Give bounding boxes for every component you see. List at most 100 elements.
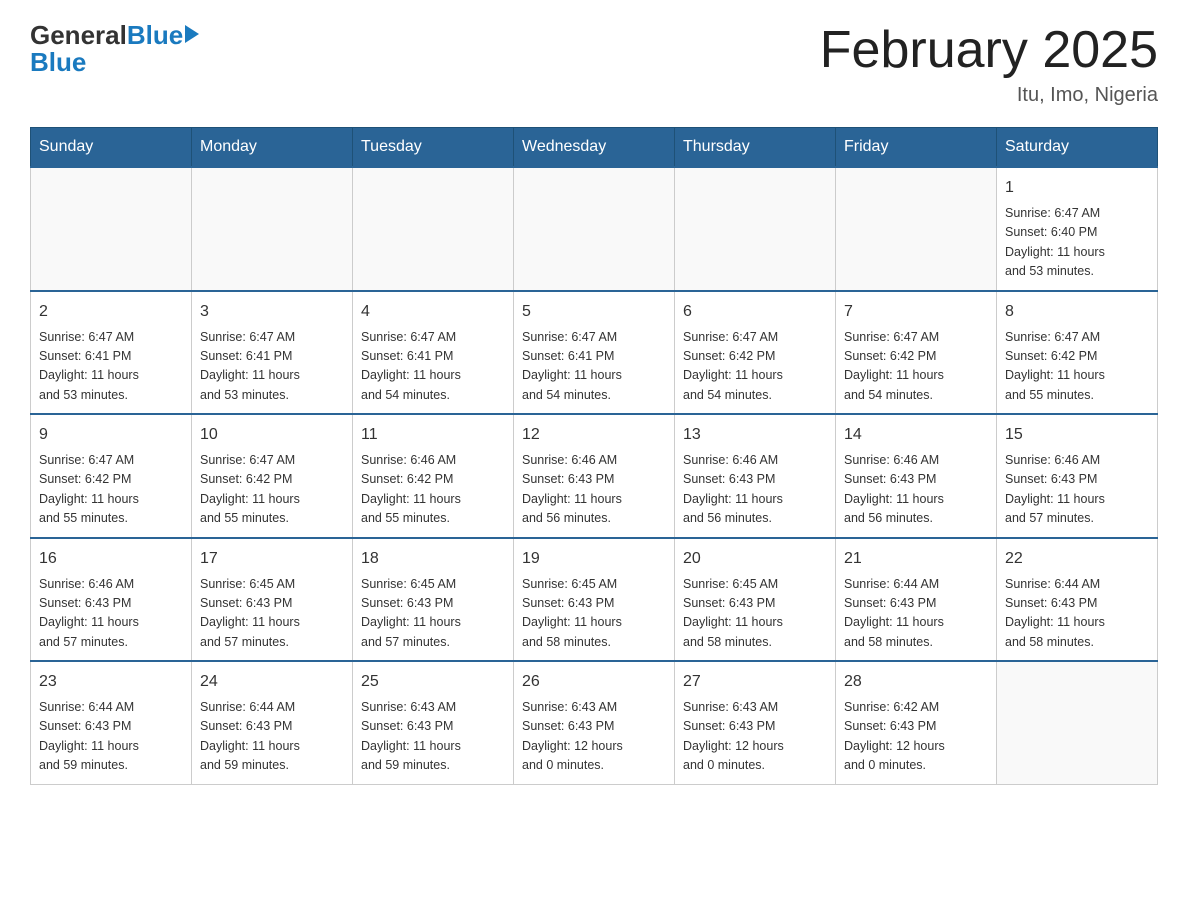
day-number: 23 — [39, 670, 183, 694]
day-number: 20 — [683, 547, 827, 571]
day-number: 6 — [683, 300, 827, 324]
calendar-cell: 17 Sunrise: 6:45 AM Sunset: 6:43 PM Dayli… — [192, 538, 353, 662]
calendar-cell: 1Sunrise: 6:47 AM Sunset: 6:40 PM Daylig… — [997, 167, 1158, 291]
day-info: Sunrise: 6:45 AM Sunset: 6:43 PM Dayligh… — [361, 575, 505, 653]
calendar-cell: 21 Sunrise: 6:44 AM Sunset: 6:43 PM Dayli… — [836, 538, 997, 662]
calendar-cell: 23 Sunrise: 6:44 AM Sunset: 6:43 PM Dayli… — [31, 661, 192, 784]
day-number: 16 — [39, 547, 183, 571]
day-info: Sunrise: 6:47 AM Sunset: 6:41 PM Dayligh… — [361, 328, 505, 406]
calendar-cell: 28Sunrise: 6:42 AM Sunset: 6:43 PM Dayli… — [836, 661, 997, 784]
week-row: 1Sunrise: 6:47 AM Sunset: 6:40 PM Daylig… — [31, 167, 1158, 291]
day-number: 11 — [361, 423, 505, 447]
day-number: 18 — [361, 547, 505, 571]
day-number: 21 — [844, 547, 988, 571]
day-info: Sunrise: 6:44 AM Sunset: 6:43 PM Dayligh… — [39, 698, 183, 776]
week-row: 23 Sunrise: 6:44 AM Sunset: 6:43 PM Dayli… — [31, 661, 1158, 784]
day-number: 5 — [522, 300, 666, 324]
calendar-cell — [192, 167, 353, 291]
day-number: 22 — [1005, 547, 1149, 571]
day-info: Sunrise: 6:46 AM Sunset: 6:43 PM Dayligh… — [39, 575, 183, 653]
calendar-cell: 4Sunrise: 6:47 AM Sunset: 6:41 PM Daylig… — [353, 291, 514, 415]
calendar-cell: 6 Sunrise: 6:47 AM Sunset: 6:42 PM Daylig… — [675, 291, 836, 415]
title-area: February 2025 Itu, Imo, Nigeria — [820, 20, 1158, 107]
calendar-cell: 16 Sunrise: 6:46 AM Sunset: 6:43 PM Dayli… — [31, 538, 192, 662]
day-number: 12 — [522, 423, 666, 447]
day-info: Sunrise: 6:46 AM Sunset: 6:43 PM Dayligh… — [522, 451, 666, 529]
day-info: Sunrise: 6:47 AM Sunset: 6:41 PM Dayligh… — [522, 328, 666, 406]
calendar-cell — [675, 167, 836, 291]
day-number: 19 — [522, 547, 666, 571]
calendar-cell: 19Sunrise: 6:45 AM Sunset: 6:43 PM Dayli… — [514, 538, 675, 662]
day-number: 7 — [844, 300, 988, 324]
calendar-cell — [514, 167, 675, 291]
day-info: Sunrise: 6:46 AM Sunset: 6:42 PM Dayligh… — [361, 451, 505, 529]
day-info: Sunrise: 6:47 AM Sunset: 6:42 PM Dayligh… — [1005, 328, 1149, 406]
day-number: 8 — [1005, 300, 1149, 324]
week-row: 2 Sunrise: 6:47 AM Sunset: 6:41 PM Daylig… — [31, 291, 1158, 415]
header: General Blue Blue February 2025 Itu, Imo… — [30, 20, 1158, 107]
day-info: Sunrise: 6:47 AM Sunset: 6:42 PM Dayligh… — [844, 328, 988, 406]
day-info: Sunrise: 6:46 AM Sunset: 6:43 PM Dayligh… — [844, 451, 988, 529]
day-info: Sunrise: 6:46 AM Sunset: 6:43 PM Dayligh… — [1005, 451, 1149, 529]
day-info: Sunrise: 6:44 AM Sunset: 6:43 PM Dayligh… — [1005, 575, 1149, 653]
day-number: 9 — [39, 423, 183, 447]
calendar-cell: 27 Sunrise: 6:43 AM Sunset: 6:43 PM Dayli… — [675, 661, 836, 784]
calendar-cell: 13Sunrise: 6:46 AM Sunset: 6:43 PM Dayli… — [675, 414, 836, 538]
calendar-cell: 2 Sunrise: 6:47 AM Sunset: 6:41 PM Daylig… — [31, 291, 192, 415]
day-number: 27 — [683, 670, 827, 694]
calendar-table: SundayMondayTuesdayWednesdayThursdayFrid… — [30, 127, 1158, 785]
week-row: 9 Sunrise: 6:47 AM Sunset: 6:42 PM Daylig… — [31, 414, 1158, 538]
calendar-cell: 8 Sunrise: 6:47 AM Sunset: 6:42 PM Daylig… — [997, 291, 1158, 415]
calendar-cell: 26 Sunrise: 6:43 AM Sunset: 6:43 PM Dayli… — [514, 661, 675, 784]
calendar-cell: 14 Sunrise: 6:46 AM Sunset: 6:43 PM Dayli… — [836, 414, 997, 538]
calendar-cell: 20 Sunrise: 6:45 AM Sunset: 6:43 PM Dayli… — [675, 538, 836, 662]
day-of-week-header: Tuesday — [353, 128, 514, 168]
day-info: Sunrise: 6:43 AM Sunset: 6:43 PM Dayligh… — [361, 698, 505, 776]
day-info: Sunrise: 6:42 AM Sunset: 6:43 PM Dayligh… — [844, 698, 988, 776]
calendar-cell: 15 Sunrise: 6:46 AM Sunset: 6:43 PM Dayli… — [997, 414, 1158, 538]
day-number: 26 — [522, 670, 666, 694]
week-row: 16 Sunrise: 6:46 AM Sunset: 6:43 PM Dayli… — [31, 538, 1158, 662]
calendar-cell — [353, 167, 514, 291]
day-info: Sunrise: 6:47 AM Sunset: 6:41 PM Dayligh… — [39, 328, 183, 406]
calendar-cell: 9 Sunrise: 6:47 AM Sunset: 6:42 PM Daylig… — [31, 414, 192, 538]
calendar-cell: 24 Sunrise: 6:44 AM Sunset: 6:43 PM Dayli… — [192, 661, 353, 784]
calendar-cell — [836, 167, 997, 291]
calendar-cell: 3 Sunrise: 6:47 AM Sunset: 6:41 PM Daylig… — [192, 291, 353, 415]
day-info: Sunrise: 6:45 AM Sunset: 6:43 PM Dayligh… — [200, 575, 344, 653]
calendar-title: February 2025 — [820, 20, 1158, 80]
day-of-week-header: Sunday — [31, 128, 192, 168]
calendar-cell — [997, 661, 1158, 784]
day-info: Sunrise: 6:43 AM Sunset: 6:43 PM Dayligh… — [522, 698, 666, 776]
calendar-cell: 10 Sunrise: 6:47 AM Sunset: 6:42 PM Dayli… — [192, 414, 353, 538]
day-info: Sunrise: 6:44 AM Sunset: 6:43 PM Dayligh… — [200, 698, 344, 776]
day-number: 10 — [200, 423, 344, 447]
day-of-week-header: Monday — [192, 128, 353, 168]
day-number: 24 — [200, 670, 344, 694]
calendar-subtitle: Itu, Imo, Nigeria — [820, 84, 1158, 107]
calendar-cell: 25 Sunrise: 6:43 AM Sunset: 6:43 PM Dayli… — [353, 661, 514, 784]
day-of-week-header: Saturday — [997, 128, 1158, 168]
calendar-cell: 7 Sunrise: 6:47 AM Sunset: 6:42 PM Daylig… — [836, 291, 997, 415]
calendar-cell: 11 Sunrise: 6:46 AM Sunset: 6:42 PM Dayli… — [353, 414, 514, 538]
day-number: 15 — [1005, 423, 1149, 447]
day-info: Sunrise: 6:46 AM Sunset: 6:43 PM Dayligh… — [683, 451, 827, 529]
day-number: 14 — [844, 423, 988, 447]
day-number: 25 — [361, 670, 505, 694]
logo-blue: Blue — [127, 20, 183, 51]
day-info: Sunrise: 6:43 AM Sunset: 6:43 PM Dayligh… — [683, 698, 827, 776]
day-number: 3 — [200, 300, 344, 324]
day-info: Sunrise: 6:47 AM Sunset: 6:42 PM Dayligh… — [200, 451, 344, 529]
logo-arrow-icon — [185, 25, 199, 43]
day-info: Sunrise: 6:47 AM Sunset: 6:42 PM Dayligh… — [683, 328, 827, 406]
day-info: Sunrise: 6:45 AM Sunset: 6:43 PM Dayligh… — [683, 575, 827, 653]
calendar-cell — [31, 167, 192, 291]
calendar-cell: 5 Sunrise: 6:47 AM Sunset: 6:41 PM Daylig… — [514, 291, 675, 415]
calendar-cell: 22 Sunrise: 6:44 AM Sunset: 6:43 PM Dayli… — [997, 538, 1158, 662]
day-info: Sunrise: 6:47 AM Sunset: 6:41 PM Dayligh… — [200, 328, 344, 406]
day-number: 2 — [39, 300, 183, 324]
day-of-week-header: Thursday — [675, 128, 836, 168]
day-info: Sunrise: 6:47 AM Sunset: 6:42 PM Dayligh… — [39, 451, 183, 529]
day-info: Sunrise: 6:44 AM Sunset: 6:43 PM Dayligh… — [844, 575, 988, 653]
day-number: 17 — [200, 547, 344, 571]
